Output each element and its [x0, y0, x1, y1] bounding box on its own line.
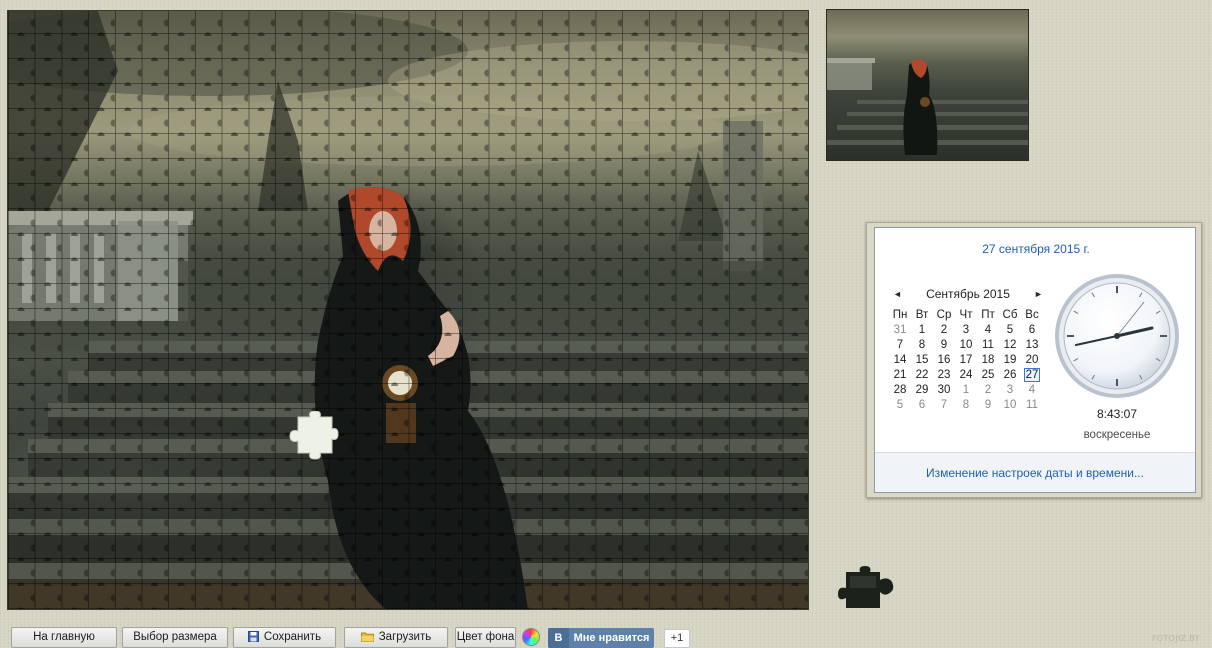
- calendar-day[interactable]: 17: [955, 353, 977, 368]
- calendar-week-row: 5 6 7 8 9 10 11: [889, 398, 1043, 413]
- puzzle-board[interactable]: [7, 10, 809, 610]
- calendar-day[interactable]: 2: [933, 323, 955, 338]
- calendar-day[interactable]: 10: [999, 398, 1021, 413]
- preview-image: [827, 58, 1028, 155]
- load-button[interactable]: Загрузить: [344, 627, 448, 648]
- calendar-day[interactable]: 3: [955, 323, 977, 338]
- calendar-day[interactable]: 18: [977, 353, 999, 368]
- settings-strip: Изменение настроек даты и времени...: [875, 452, 1195, 492]
- calendar-day[interactable]: 9: [977, 398, 999, 413]
- save-button[interactable]: Сохранить: [233, 627, 336, 648]
- selected-day: 27: [1023, 368, 1041, 382]
- calendar-week-row: 28 29 30 1 2 3 4: [889, 383, 1043, 398]
- vk-like-count: +1: [664, 629, 690, 648]
- background-color-button[interactable]: Цвет фона: [455, 627, 516, 648]
- calendar-day[interactable]: 1: [955, 383, 977, 398]
- weekday-header-row: Пн Вт Ср Чт Пт Сб Вс: [889, 308, 1043, 323]
- weekday-header: Сб: [1002, 309, 1018, 321]
- vk-logo-icon: В: [548, 628, 569, 648]
- calendar-day[interactable]: 14: [889, 353, 911, 368]
- weekday-header: Ср: [936, 309, 952, 321]
- month-navigation: ◄ Сентябрь 2015 ►: [889, 287, 1043, 303]
- date-time-panel: 27 сентября 2015 г. ◄ Сентябрь 2015 ► Пн…: [874, 227, 1196, 493]
- calendar-day[interactable]: 4: [1021, 383, 1043, 398]
- current-time: 8:43:07: [1096, 407, 1138, 421]
- calendar-day[interactable]: 25: [977, 368, 999, 383]
- weekday-header: Пн: [892, 309, 908, 321]
- choose-size-button[interactable]: Выбор размера: [122, 627, 228, 648]
- calendar-day[interactable]: 31: [889, 323, 911, 338]
- calendar-day[interactable]: 21: [889, 368, 911, 383]
- watermark: FOTOJIZ.BY: [1152, 634, 1200, 643]
- save-button-label: Сохранить: [263, 631, 322, 643]
- weekday-header: Вт: [915, 309, 929, 321]
- calendar-day[interactable]: 10: [955, 338, 977, 353]
- calendar-day-today[interactable]: 27: [1021, 368, 1043, 383]
- calendar-day[interactable]: 11: [1021, 398, 1043, 413]
- calendar-day[interactable]: 26: [999, 368, 1021, 383]
- weekday-header: Пт: [981, 309, 995, 321]
- calendar-day[interactable]: 15: [911, 353, 933, 368]
- calendar-day[interactable]: 5: [889, 398, 911, 413]
- calendar-day[interactable]: 28: [889, 383, 911, 398]
- calendar-day[interactable]: 13: [1021, 338, 1043, 353]
- calendar-day[interactable]: 2: [977, 383, 999, 398]
- current-date-link[interactable]: 27 сентября 2015 г.: [875, 242, 1197, 256]
- calendar-day[interactable]: 30: [933, 383, 955, 398]
- calendar-day[interactable]: 1: [911, 323, 933, 338]
- date-time-popup: 27 сентября 2015 г. ◄ Сентябрь 2015 ► Пн…: [866, 222, 1202, 498]
- calendar-day[interactable]: 8: [955, 398, 977, 413]
- color-wheel-icon[interactable]: [522, 628, 540, 646]
- analog-clock-icon: [1055, 274, 1179, 398]
- calendar-week-row: 21 22 23 24 25 26 27: [889, 368, 1043, 383]
- weekday-header: Вс: [1025, 309, 1039, 321]
- next-month-arrow-icon[interactable]: ►: [1034, 287, 1043, 301]
- calendar-day[interactable]: 20: [1021, 353, 1043, 368]
- calendar-day[interactable]: 3: [999, 383, 1021, 398]
- calendar-day[interactable]: 22: [911, 368, 933, 383]
- loose-puzzle-piece[interactable]: [836, 566, 900, 612]
- calendar-day[interactable]: 7: [933, 398, 955, 413]
- floppy-disk-icon: [247, 631, 259, 642]
- calendar-day[interactable]: 8: [911, 338, 933, 353]
- vk-like-button[interactable]: В Мне нравится: [548, 628, 654, 648]
- calendar-day[interactable]: 12: [999, 338, 1021, 353]
- calendar-day[interactable]: 7: [889, 338, 911, 353]
- month-calendar: Пн Вт Ср Чт Пт Сб Вс 31 1 2 3 4 5 6 7 8 …: [889, 308, 1043, 413]
- weekday-name: воскресенье: [1083, 429, 1151, 441]
- home-button[interactable]: На главную: [11, 627, 117, 648]
- change-date-time-settings-link[interactable]: Изменение настроек даты и времени...: [875, 466, 1195, 480]
- calendar-day[interactable]: 16: [933, 353, 955, 368]
- calendar-day[interactable]: 4: [977, 323, 999, 338]
- calendar-day[interactable]: 11: [977, 338, 999, 353]
- load-button-label: Загрузить: [378, 631, 432, 643]
- month-title[interactable]: Сентябрь 2015: [889, 287, 1047, 301]
- calendar-day[interactable]: 19: [999, 353, 1021, 368]
- calendar-day[interactable]: 23: [933, 368, 955, 383]
- preview-thumbnail[interactable]: [826, 9, 1029, 161]
- vk-like-label: Мне нравится: [573, 632, 650, 644]
- puzzle-knobs: [8, 11, 808, 609]
- empty-piece-slot: [289, 411, 339, 460]
- calendar-day[interactable]: 5: [999, 323, 1021, 338]
- calendar-week-row: 31 1 2 3 4 5 6: [889, 323, 1043, 338]
- calendar-day[interactable]: 29: [911, 383, 933, 398]
- folder-icon: [360, 632, 374, 642]
- calendar-day[interactable]: 9: [933, 338, 955, 353]
- calendar-day[interactable]: 24: [955, 368, 977, 383]
- calendar-day[interactable]: 6: [911, 398, 933, 413]
- calendar-week-row: 7 8 9 10 11 12 13: [889, 338, 1043, 353]
- calendar-day[interactable]: 6: [1021, 323, 1043, 338]
- calendar-week-row: 14 15 16 17 18 19 20: [889, 353, 1043, 368]
- weekday-header: Чт: [959, 309, 973, 321]
